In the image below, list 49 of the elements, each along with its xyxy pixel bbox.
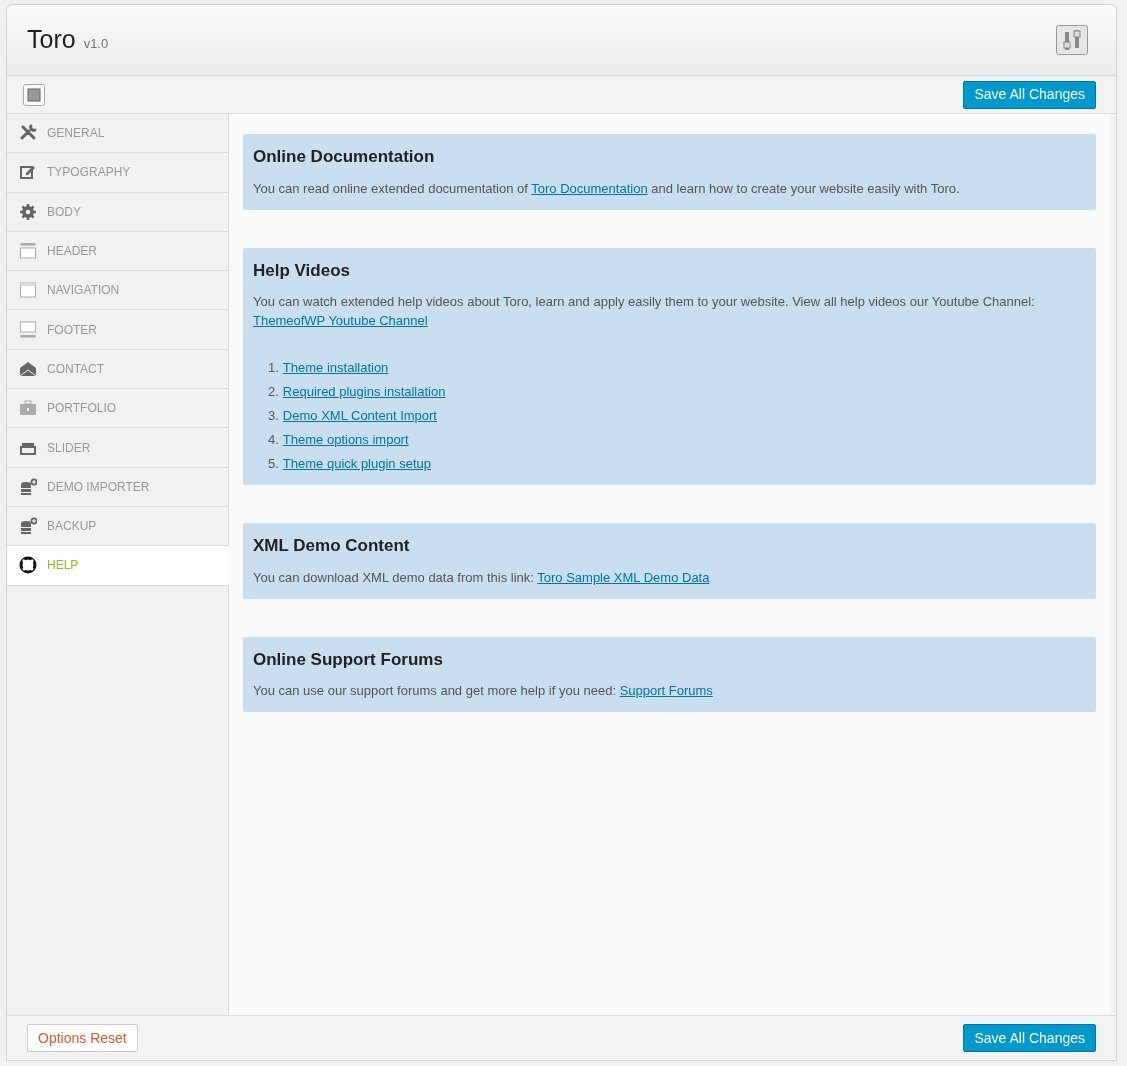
video-link[interactable]: Required plugins installation: [282, 382, 446, 401]
list-number: 3.: [268, 407, 279, 425]
sidebar-item[interactable]: BODY: [7, 192, 228, 232]
version-label: v1.0: [83, 35, 109, 54]
card-title: Online Documentation: [253, 146, 436, 168]
card-title: Online Support Forums: [253, 648, 444, 671]
card-description: You can read online extended documentation of Toro Documentation and learn how to create your website easily with Toro.: [253, 179, 961, 198]
sliders-icon[interactable]: [1056, 25, 1088, 55]
window-icon: [19, 281, 37, 300]
sidebar-item[interactable]: PORTFOLIO: [7, 389, 228, 429]
text-link[interactable]: Toro Sample XML Demo Data: [537, 569, 710, 585]
card-title: XML Demo Content: [253, 535, 411, 557]
text-link[interactable]: Support Forums: [619, 683, 713, 698]
app-title: Toro: [27, 24, 76, 56]
save-all-changes-button[interactable]: Save All Changes: [963, 80, 1096, 109]
list-number: 5.: [268, 455, 279, 473]
text-link[interactable]: ThemeofWP Youtube Channel: [253, 313, 428, 328]
gear-icon: [19, 202, 37, 221]
sidebar-item[interactable]: HEADER: [7, 231, 228, 272]
edit-icon: [19, 163, 37, 182]
save-all-changes-button[interactable]: Save All Changes: [963, 1024, 1096, 1052]
header-layout-icon: [19, 242, 37, 261]
sidebar-item[interactable]: GENERAL: [7, 114, 228, 154]
video-link[interactable]: Demo XML Content Import: [282, 406, 437, 425]
lifebuoy-icon: [19, 556, 37, 575]
sidebar-item[interactable]: HELP: [7, 546, 229, 586]
layout-toggle-icon[interactable]: [23, 83, 45, 106]
list-number: 4.: [268, 431, 279, 449]
sidebar-item[interactable]: NAVIGATION: [7, 271, 228, 311]
sidebar-item[interactable]: TYPOGRAPHY: [7, 153, 228, 193]
text-link[interactable]: Toro Documentation: [531, 180, 648, 196]
card-description: You can watch extended help videos about Toro, learn and apply easily them to your website. View all help videos our Youtube Channel: ThemeofWP Youtube Channel: [253, 293, 1036, 330]
footer-layout-icon: [19, 320, 37, 339]
sidebar-item[interactable]: DEMO IMPORTER: [7, 467, 228, 507]
list-number: 2.: [268, 383, 279, 401]
video-link[interactable]: Theme quick plugin setup: [282, 454, 431, 473]
sidebar-item[interactable]: CONTACT: [7, 349, 228, 390]
card-description: You can download XML demo data from this link: Toro Sample XML Demo Data: [253, 568, 711, 587]
card-title: Help Videos: [253, 259, 351, 282]
briefcase-icon: [19, 399, 37, 418]
options-reset-button[interactable]: Options Reset: [27, 1024, 138, 1052]
sidebar-item[interactable]: FOOTER: [7, 310, 228, 350]
list-number: 1.: [268, 359, 279, 377]
sidebar-item[interactable]: SLIDER: [7, 428, 228, 468]
database-plus-icon: [19, 477, 37, 496]
video-link[interactable]: Theme installation: [282, 358, 389, 377]
card-description: You can use our support forums and get more help if you need: Support Forums: [253, 682, 714, 700]
video-link[interactable]: Theme options import: [282, 430, 409, 449]
database-plus-icon: [19, 517, 37, 536]
